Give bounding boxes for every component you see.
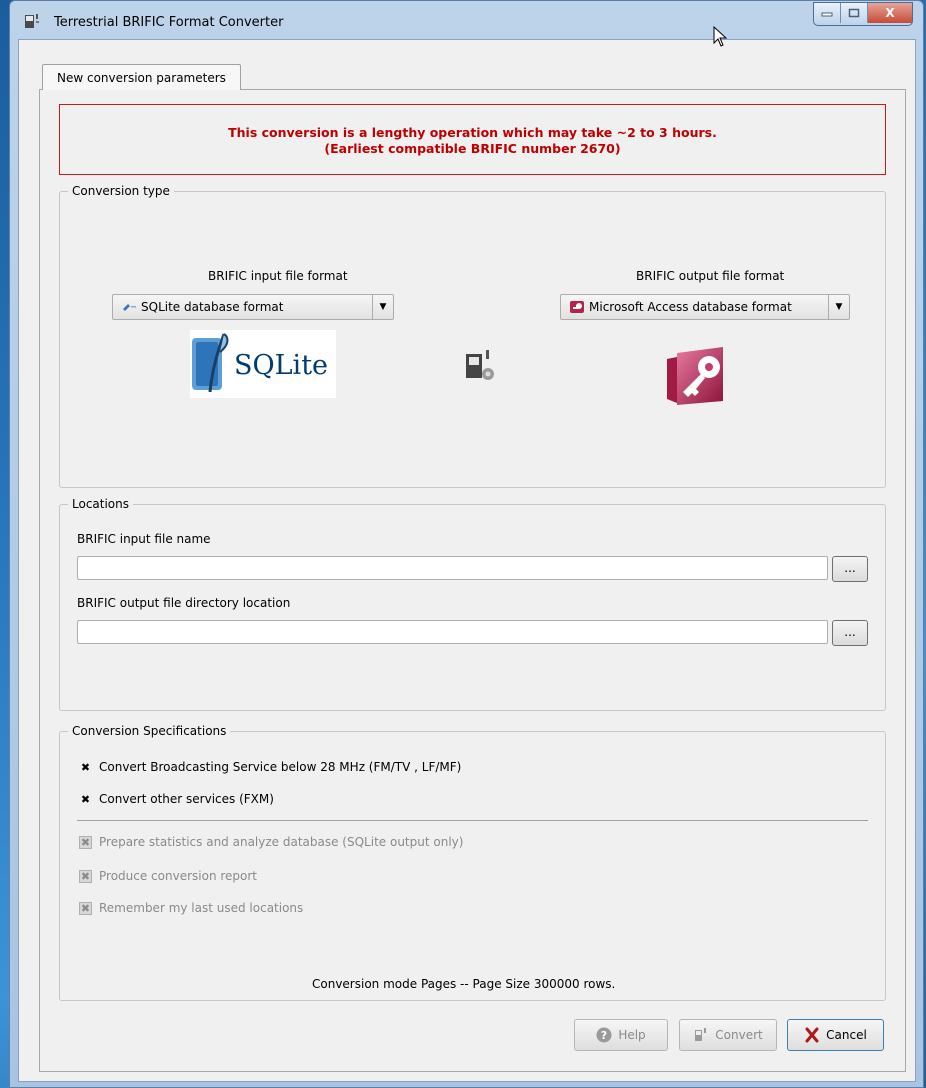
input-format-value: SQLite database format xyxy=(141,300,284,314)
convert-icon xyxy=(695,1028,707,1041)
convert-label: Convert xyxy=(715,1028,763,1042)
input-format-label: BRIFIC input file format xyxy=(208,269,348,283)
specifications-title: Conversion Specifications xyxy=(68,723,231,739)
checkbox-checked-icon: ✖ xyxy=(80,760,91,774)
input-format-combo[interactable]: SQLite database format ▼ xyxy=(112,294,394,320)
conversion-type-title: Conversion type xyxy=(68,183,174,199)
help-icon: ? xyxy=(596,1027,612,1043)
produce-report-checkbox[interactable]: ✖ Produce conversion report xyxy=(79,869,257,883)
window-client-area: New conversion parameters This conversio… xyxy=(18,39,916,1082)
output-format-combo[interactable]: Microsoft Access database format ▼ xyxy=(560,294,850,320)
input-file-label: BRIFIC input file name xyxy=(77,532,211,546)
checkbox-checked-icon: ✖ xyxy=(80,792,91,806)
cancel-button[interactable]: Cancel xyxy=(787,1019,884,1051)
app-icon xyxy=(25,14,39,28)
sqlite-logo: SQLite xyxy=(190,330,336,398)
options-separator xyxy=(77,820,868,821)
convert-other-services-label: Convert other services (FXM) xyxy=(99,792,274,806)
warning-line-1: This conversion is a lengthy operation w… xyxy=(228,125,717,140)
produce-report-label: Produce conversion report xyxy=(99,869,258,883)
chevron-down-icon: ▼ xyxy=(828,295,849,319)
warning-line-2: (Earliest compatible BRIFIC number 2670) xyxy=(324,141,621,156)
conversion-mode-status: Conversion mode Pages -- Page Size 30000… xyxy=(312,977,616,991)
locations-title: Locations xyxy=(68,496,134,512)
chevron-down-icon: ▼ xyxy=(372,295,393,319)
checkbox-disabled-icon: ✖ xyxy=(79,835,92,849)
output-dir-label: BRIFIC output file directory location xyxy=(77,596,291,610)
conversion-type-group: Conversion type xyxy=(59,183,886,488)
remember-locations-label: Remember my last used locations xyxy=(99,901,304,915)
prepare-statistics-label: Prepare statistics and analyze database … xyxy=(99,835,464,849)
checkbox-disabled-icon: ✖ xyxy=(79,869,92,883)
prepare-statistics-checkbox[interactable]: ✖ Prepare statistics and analyze databas… xyxy=(79,835,463,849)
title-bar[interactable]: Terrestrial BRIFIC Format Converter X xyxy=(10,1,923,39)
cancel-x-icon xyxy=(805,1027,819,1043)
output-dir-field[interactable] xyxy=(77,620,828,644)
sqlite-logo-text: SQLite xyxy=(234,350,329,381)
caption-buttons: X xyxy=(813,2,913,26)
input-file-field[interactable] xyxy=(77,556,828,580)
mouse-cursor-icon xyxy=(713,26,728,47)
help-button[interactable]: ? Help xyxy=(574,1019,668,1051)
window-title: Terrestrial BRIFIC Format Converter xyxy=(54,15,284,30)
close-button[interactable]: X xyxy=(868,3,912,23)
convert-broadcasting-label: Convert Broadcasting Service below 28 MH… xyxy=(99,760,462,774)
main-window: Terrestrial BRIFIC Format Converter X Ne… xyxy=(9,0,924,1088)
access-db-icon xyxy=(570,301,584,313)
help-label: Help xyxy=(618,1028,646,1042)
remember-locations-checkbox[interactable]: ✖ Remember my last used locations xyxy=(79,901,303,915)
warning-banner: This conversion is a lengthy operation w… xyxy=(59,104,886,175)
browse-output-dir-button[interactable]: ... xyxy=(832,620,868,646)
access-key-logo xyxy=(667,347,723,405)
checkbox-disabled-icon: ✖ xyxy=(79,901,92,915)
browse-input-file-button[interactable]: ... xyxy=(832,556,868,582)
output-format-value: Microsoft Access database format xyxy=(589,300,792,314)
close-icon: X xyxy=(885,6,895,20)
minimize-icon xyxy=(821,12,833,17)
sqlite-db-icon xyxy=(123,304,136,311)
minimize-button[interactable] xyxy=(814,3,841,23)
convert-other-services-checkbox[interactable]: ✖ Convert other services (FXM) xyxy=(79,792,274,806)
output-format-label: BRIFIC output file format xyxy=(636,269,785,283)
tab-new-conversion-parameters[interactable]: New conversion parameters xyxy=(42,64,241,90)
convert-gear-icon xyxy=(466,350,494,380)
maximize-icon xyxy=(848,8,860,18)
svg-text:?: ? xyxy=(601,1029,607,1042)
cancel-label: Cancel xyxy=(826,1028,867,1042)
tab-panel: This conversion is a lengthy operation w… xyxy=(39,89,906,1072)
convert-button[interactable]: Convert xyxy=(679,1019,777,1051)
convert-broadcasting-checkbox[interactable]: ✖ Convert Broadcasting Service below 28 … xyxy=(79,760,461,774)
maximize-button[interactable] xyxy=(841,3,868,23)
